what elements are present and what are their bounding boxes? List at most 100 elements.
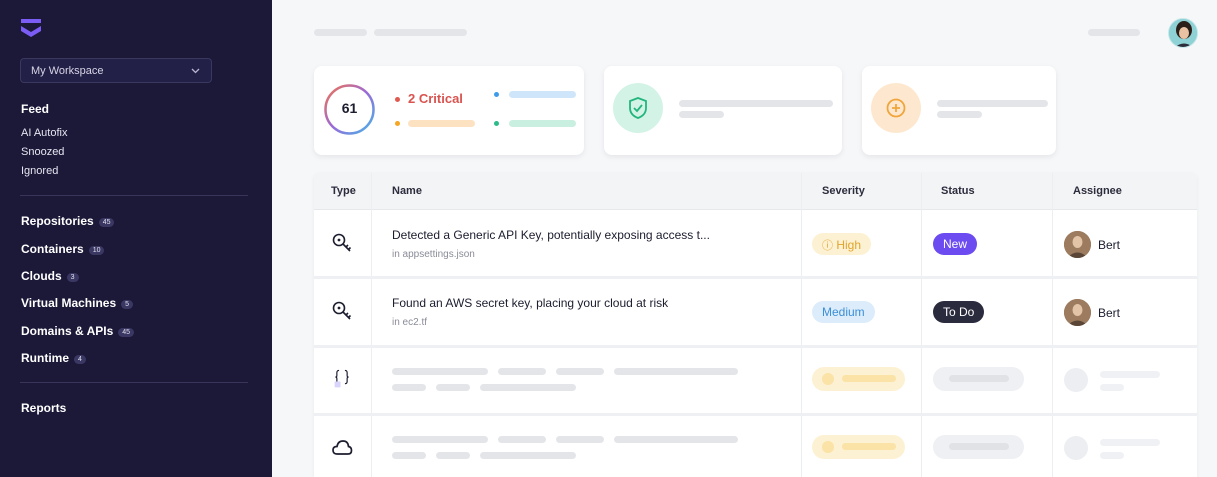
chevron-down-icon [191, 68, 200, 74]
header-placeholder [1088, 29, 1140, 36]
row-divider [314, 413, 1197, 416]
sidebar-item-ignored[interactable]: Ignored [21, 165, 58, 177]
medium-placeholder [509, 91, 576, 98]
high-dot [395, 121, 400, 126]
avatar [1064, 231, 1091, 258]
skeleton-text [392, 384, 426, 391]
severity-badge: ⓘ High [812, 233, 872, 255]
low-dot [494, 121, 499, 126]
main-content: 61 2 Critical Type Name Severity Status … [272, 0, 1217, 477]
sidebar-divider [20, 382, 248, 383]
table-header: Type Name Severity Status Assignee [314, 173, 1197, 210]
user-avatar-image [1169, 19, 1197, 47]
sidebar-item-label: Repositories [21, 214, 94, 228]
skeleton-text [498, 368, 546, 375]
card-placeholder [679, 100, 833, 107]
count-badge: 5 [121, 300, 134, 309]
skeleton-text [436, 384, 470, 391]
issue-location: in ec2.tf [392, 317, 428, 328]
skeleton-text [1100, 452, 1124, 459]
skeleton-text [436, 452, 470, 459]
critical-count: 2 Critical [408, 91, 463, 106]
critical-dot [395, 97, 400, 102]
column-header-severity[interactable]: Severity [822, 185, 865, 197]
card-placeholder [937, 100, 1048, 107]
low-placeholder [509, 120, 576, 127]
workspace-select[interactable]: My Workspace [20, 58, 212, 83]
sidebar-item-snoozed[interactable]: Snoozed [21, 146, 64, 158]
card-placeholder [679, 111, 724, 118]
column-divider [921, 173, 922, 477]
column-header-type[interactable]: Type [331, 185, 356, 197]
skeleton-text [392, 436, 488, 443]
skeleton-severity [812, 367, 905, 391]
breadcrumb-placeholder [374, 29, 467, 36]
score-value: 61 [341, 100, 358, 116]
status-badge[interactable]: To Do [933, 301, 985, 323]
sidebar-item-repositories[interactable]: Repositories 45 [21, 214, 115, 228]
sidebar-item-label: Domains & APIs [21, 324, 114, 338]
medium-dot [494, 92, 499, 97]
skeleton-text [480, 452, 576, 459]
assignee-name: Bert [1098, 306, 1121, 320]
skeleton-text [1100, 371, 1160, 378]
skeleton-text [392, 452, 426, 459]
skeleton-text [498, 436, 546, 443]
skeleton-text [480, 384, 576, 391]
count-badge: 45 [98, 218, 115, 227]
avatar [1064, 299, 1091, 326]
column-header-assignee[interactable]: Assignee [1073, 185, 1122, 197]
workspace-label: My Workspace [31, 65, 104, 77]
sidebar-item-reports[interactable]: Reports [21, 401, 66, 415]
sidebar-item-clouds[interactable]: Clouds 3 [21, 269, 79, 283]
key-search-icon [332, 233, 352, 252]
skeleton-text [614, 368, 738, 375]
sidebar-item-virtual-machines[interactable]: Virtual Machines 5 [21, 296, 134, 310]
breadcrumb-placeholder [314, 29, 367, 36]
score-card[interactable]: 61 2 Critical [314, 66, 584, 155]
severity-badge: Medium [812, 301, 875, 323]
row-divider [314, 276, 1197, 279]
user-avatar[interactable] [1168, 18, 1198, 48]
skeleton-text [556, 368, 604, 375]
plus-circle-icon [871, 83, 921, 133]
sidebar-item-domains-apis[interactable]: Domains & APIs 45 [21, 324, 135, 338]
skeleton-status [933, 435, 1024, 459]
count-badge: 10 [88, 246, 105, 255]
count-badge: 45 [118, 328, 135, 337]
sidebar-item-containers[interactable]: Containers 10 [21, 242, 105, 256]
column-divider [1052, 173, 1053, 477]
add-card[interactable] [862, 66, 1056, 155]
row-divider [314, 345, 1197, 348]
high-placeholder [408, 120, 475, 127]
skeleton-text [1100, 439, 1160, 446]
code-braces-icon [334, 369, 349, 388]
sidebar-item-label: Virtual Machines [21, 296, 117, 310]
skeleton-avatar [1064, 436, 1088, 460]
sidebar-divider [20, 195, 248, 196]
assignee-name: Bert [1098, 238, 1121, 252]
issue-title[interactable]: Detected a Generic API Key, potentially … [392, 228, 710, 242]
sidebar-feed[interactable]: Feed [21, 102, 49, 116]
issue-title[interactable]: Found an AWS secret key, placing your cl… [392, 296, 668, 310]
sidebar-item-label: Runtime [21, 351, 69, 365]
card-placeholder [937, 111, 982, 118]
status-badge[interactable]: New [933, 233, 978, 255]
protection-card[interactable] [604, 66, 842, 155]
key-search-icon [332, 301, 352, 320]
skeleton-text [1100, 384, 1124, 391]
skeleton-text [392, 368, 488, 375]
column-header-status[interactable]: Status [941, 185, 975, 197]
column-header-name[interactable]: Name [392, 185, 422, 197]
shield-check-icon [613, 83, 663, 133]
logo-icon[interactable] [20, 18, 42, 42]
sidebar-item-runtime[interactable]: Runtime 4 [21, 351, 86, 365]
count-badge: 4 [74, 355, 86, 364]
skeleton-text [556, 436, 604, 443]
sidebar-item-label: Clouds [21, 269, 62, 283]
avatar-image [1064, 231, 1091, 258]
info-circle-icon: ⓘ [822, 240, 833, 252]
sidebar-item-ai-autofix[interactable]: AI Autofix [21, 127, 67, 139]
cloud-icon [332, 440, 353, 455]
column-divider [371, 173, 372, 477]
